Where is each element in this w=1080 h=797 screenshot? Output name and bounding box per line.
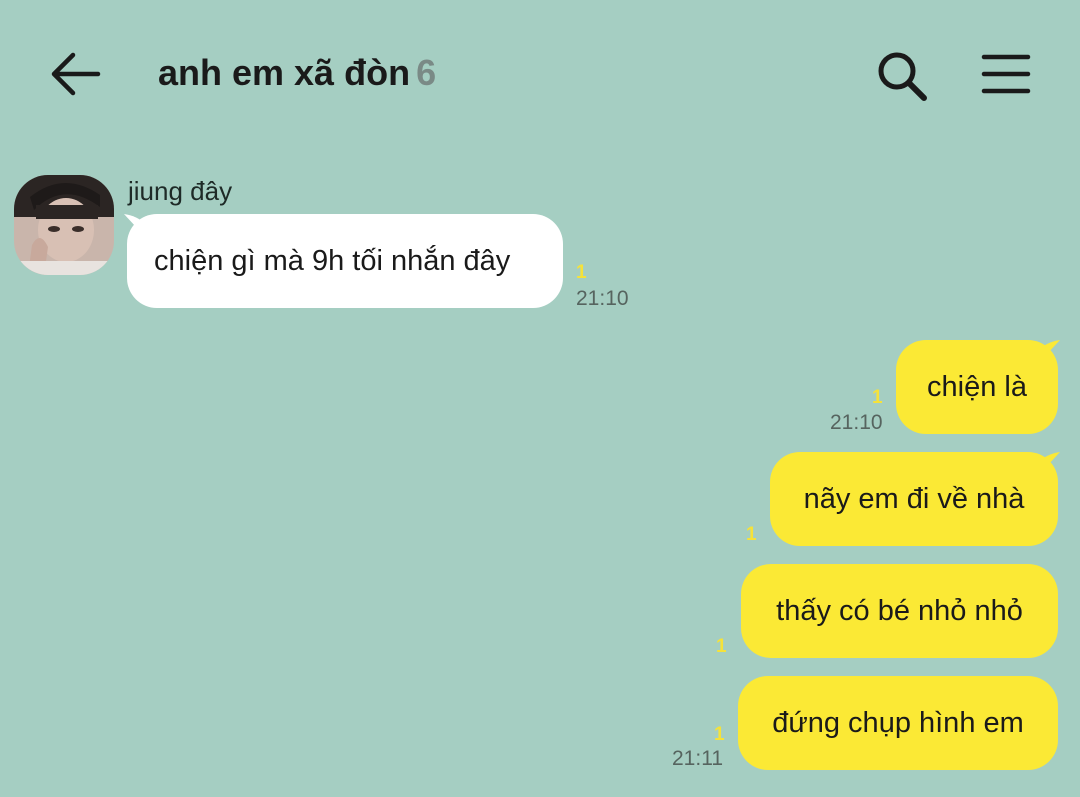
message-bubble-incoming[interactable]: chiện gì mà 9h tối nhắn đây bbox=[127, 214, 563, 308]
message-text: đứng chụp hình em bbox=[772, 706, 1024, 739]
unread-count: 1 bbox=[714, 724, 725, 745]
sender-name: jiung đây bbox=[128, 176, 233, 206]
message-time: 21:10 bbox=[830, 411, 883, 434]
unread-count: 1 bbox=[746, 524, 757, 545]
message-text: nãy em đi về nhà bbox=[803, 482, 1025, 515]
unread-count: 1 bbox=[872, 387, 883, 408]
search-icon bbox=[878, 52, 927, 101]
message-bubble-outgoing[interactable]: đứng chụp hình em bbox=[738, 676, 1058, 770]
sender-avatar[interactable] bbox=[14, 175, 114, 275]
arrow-left-icon bbox=[51, 52, 101, 96]
message-time: 21:11 bbox=[672, 747, 723, 770]
chat-header: anh em xã đòn 6 bbox=[0, 0, 1080, 150]
back-button[interactable] bbox=[50, 50, 104, 98]
message-bubble-outgoing[interactable]: thấy có bé nhỏ nhỏ bbox=[741, 564, 1058, 658]
message-bubble-outgoing[interactable]: chiện là bbox=[896, 340, 1058, 434]
message-text: thấy có bé nhỏ nhỏ bbox=[776, 594, 1023, 627]
menu-button[interactable] bbox=[980, 52, 1032, 96]
unread-count: 1 bbox=[576, 262, 587, 283]
search-button[interactable] bbox=[875, 50, 929, 102]
member-count: 6 bbox=[416, 52, 437, 93]
hamburger-menu-icon bbox=[981, 54, 1031, 94]
message-text: chiện là bbox=[927, 370, 1027, 403]
avatar-photo bbox=[14, 175, 114, 275]
message-bubble-outgoing[interactable]: nãy em đi về nhà bbox=[770, 452, 1058, 546]
message-time: 21:10 bbox=[576, 287, 629, 310]
unread-count: 1 bbox=[716, 636, 727, 657]
chat-title: anh em xã đòn 6 bbox=[158, 52, 436, 94]
group-name: anh em xã đòn bbox=[158, 52, 411, 93]
message-text: chiện gì mà 9h tối nhắn đây bbox=[154, 244, 511, 277]
